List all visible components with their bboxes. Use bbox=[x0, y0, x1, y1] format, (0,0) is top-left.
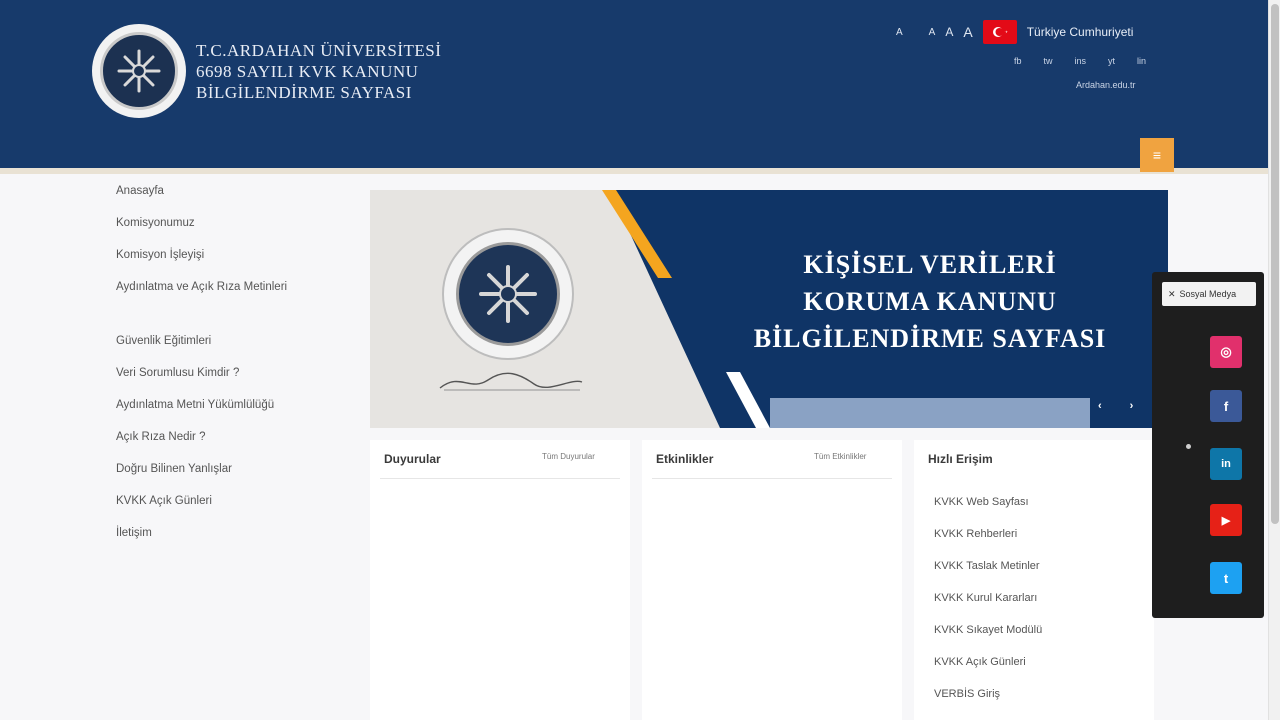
university-site-link[interactable]: Ardahan.edu.tr bbox=[1076, 80, 1136, 90]
header-instagram-link[interactable]: ins bbox=[1075, 56, 1087, 66]
quick-access-list: KVKK Web Sayfası KVKK Rehberleri KVKK Ta… bbox=[930, 486, 1160, 710]
site-logo[interactable]: T.C.ARDAHAN ÜNİVERSİTESİ 6698 SAYILI KVK… bbox=[92, 24, 441, 118]
logo-line-3: BİLGİLENDİRME SAYFASI bbox=[196, 82, 412, 102]
etkinlikler-all-link[interactable]: Tüm Etkinlikler bbox=[814, 452, 866, 461]
site-header: T.C.ARDAHAN ÜNİVERSİTESİ 6698 SAYILI KVK… bbox=[0, 0, 1268, 170]
content-panels: Duyurular Tüm Duyurular Etkinlikler Tüm … bbox=[370, 440, 1270, 720]
sidebar-item-kvkk-acik-gunleri[interactable]: KVKK Açık Günleri bbox=[112, 492, 352, 524]
etkinlikler-title: Etkinlikler bbox=[656, 452, 714, 466]
social-toggle-label: Sosyal Medya bbox=[1179, 289, 1237, 299]
page-scrollbar[interactable] bbox=[1268, 0, 1280, 720]
quick-link-kvkk-web[interactable]: KVKK Web Sayfası bbox=[930, 486, 1160, 518]
university-seal-icon bbox=[92, 24, 186, 118]
menu-icon: ≡ bbox=[1152, 147, 1162, 163]
quick-link-kurul-kararlari[interactable]: KVKK Kurul Kararları bbox=[930, 582, 1160, 614]
font-medium-button[interactable]: A bbox=[945, 25, 953, 39]
social-toggle-button[interactable]: ✕ Sosyal Medya bbox=[1162, 282, 1256, 306]
header-linkedin-link[interactable]: lin bbox=[1137, 56, 1146, 66]
menu-toggle-button[interactable]: ≡ bbox=[1140, 138, 1174, 172]
hizli-erisim-title: Hızlı Erişim bbox=[928, 452, 993, 466]
slider-controls: ‹ › bbox=[1098, 400, 1133, 412]
slider-prev-button[interactable]: ‹ bbox=[1098, 400, 1102, 412]
instagram-icon[interactable]: ◎ bbox=[1210, 336, 1242, 368]
banner-signature-icon bbox=[439, 372, 583, 391]
duyurular-all-link[interactable]: Tüm Duyurular bbox=[542, 452, 595, 461]
sidebar-item-aydinlatma-metinleri[interactable]: Aydınlatma ve Açık Rıza Metinleri bbox=[112, 278, 292, 332]
country-label[interactable]: Türkiye Cumhuriyeti bbox=[1027, 25, 1134, 39]
quick-link-sikayet-modulu[interactable]: KVKK Sıkayet Modülü bbox=[930, 614, 1160, 646]
banner-title-line-3: BİLGİLENDİRME SAYFASI bbox=[753, 324, 1107, 353]
header-facebook-link[interactable]: fb bbox=[1014, 56, 1022, 66]
sidebar-item-anasayfa[interactable]: Anasayfa bbox=[112, 182, 352, 214]
etkinlikler-panel: Etkinlikler Tüm Etkinlikler bbox=[642, 440, 902, 720]
logo-line-1: T.C.ARDAHAN ÜNİVERSİTESİ bbox=[196, 40, 442, 60]
font-reset-button[interactable]: A bbox=[896, 27, 903, 38]
sidebar-item-veri-sorumlusu[interactable]: Veri Sorumlusu Kimdir ? bbox=[112, 364, 352, 396]
quick-link-rehberler[interactable]: KVKK Rehberleri bbox=[930, 518, 1160, 550]
scrollbar-thumb[interactable] bbox=[1271, 4, 1279, 524]
header-divider bbox=[0, 168, 1268, 174]
header-social-links: fb tw ins yt lin bbox=[1014, 56, 1146, 66]
turkey-flag-icon[interactable] bbox=[982, 20, 1017, 44]
sidebar-item-aydinlatma-yukumlulugu[interactable]: Aydınlatma Metni Yükümlülüğü bbox=[112, 396, 352, 428]
quick-link-verbis[interactable]: VERBİS Giriş bbox=[930, 678, 1160, 710]
sidebar-item-komisyon-isleyisi[interactable]: Komisyon İşleyişi bbox=[112, 246, 352, 278]
duyurular-panel: Duyurular Tüm Duyurular bbox=[370, 440, 630, 720]
close-icon: ✕ bbox=[1168, 288, 1176, 299]
banner-title-line-1: KİŞİSEL VERİLERİ bbox=[803, 250, 1057, 279]
quick-link-taslak-metinler[interactable]: KVKK Taslak Metinler bbox=[930, 550, 1160, 582]
linkedin-icon[interactable]: in bbox=[1210, 448, 1242, 480]
panel-divider bbox=[380, 478, 620, 479]
hero-slider[interactable]: KİŞİSEL VERİLERİ KORUMA KANUNU BİLGİLEND… bbox=[370, 190, 1168, 428]
banner-seal-icon bbox=[442, 228, 574, 360]
sidebar-nav: Anasayfa Komisyonumuz Komisyon İşleyişi … bbox=[112, 182, 352, 556]
banner-title-line-2: KORUMA KANUNU bbox=[803, 287, 1057, 316]
slider-next-button[interactable]: › bbox=[1130, 400, 1134, 412]
quick-link-acik-gunleri[interactable]: KVKK Açık Günleri bbox=[930, 646, 1160, 678]
youtube-icon[interactable]: ▶ bbox=[1210, 504, 1242, 536]
sidebar-item-iletisim[interactable]: İletişim bbox=[112, 524, 352, 556]
header-youtube-link[interactable]: yt bbox=[1108, 56, 1115, 66]
twitter-icon[interactable]: t bbox=[1210, 562, 1242, 594]
logo-title: T.C.ARDAHAN ÜNİVERSİTESİ 6698 SAYILI KVK… bbox=[196, 40, 441, 103]
font-large-button[interactable]: A bbox=[963, 24, 972, 40]
social-media-float: ✕ Sosyal Medya ◎ f in ▶ t bbox=[1152, 272, 1264, 618]
logo-line-2: 6698 SAYILI KVK KANUNU bbox=[196, 61, 419, 81]
duyurular-title: Duyurular bbox=[384, 452, 441, 466]
facebook-icon[interactable]: f bbox=[1210, 390, 1242, 422]
banner-title: KİŞİSEL VERİLERİ KORUMA KANUNU BİLGİLEND… bbox=[700, 246, 1160, 357]
sidebar-item-komisyonumuz[interactable]: Komisyonumuz bbox=[112, 214, 352, 246]
top-tools: A A A A Türkiye Cumhuriyeti bbox=[896, 20, 1133, 44]
panel-divider bbox=[652, 478, 892, 479]
sidebar-item-dogru-bilinen-yanlislar[interactable]: Doğru Bilinen Yanlışlar bbox=[112, 460, 352, 492]
sidebar-item-acik-riza[interactable]: Açık Rıza Nedir ? bbox=[112, 428, 352, 460]
font-small-button[interactable]: A bbox=[929, 27, 936, 38]
social-indicator-dot bbox=[1186, 444, 1191, 449]
header-twitter-link[interactable]: tw bbox=[1044, 56, 1053, 66]
sidebar-item-guvenlik-egitimleri[interactable]: Güvenlik Eğitimleri bbox=[112, 332, 352, 364]
